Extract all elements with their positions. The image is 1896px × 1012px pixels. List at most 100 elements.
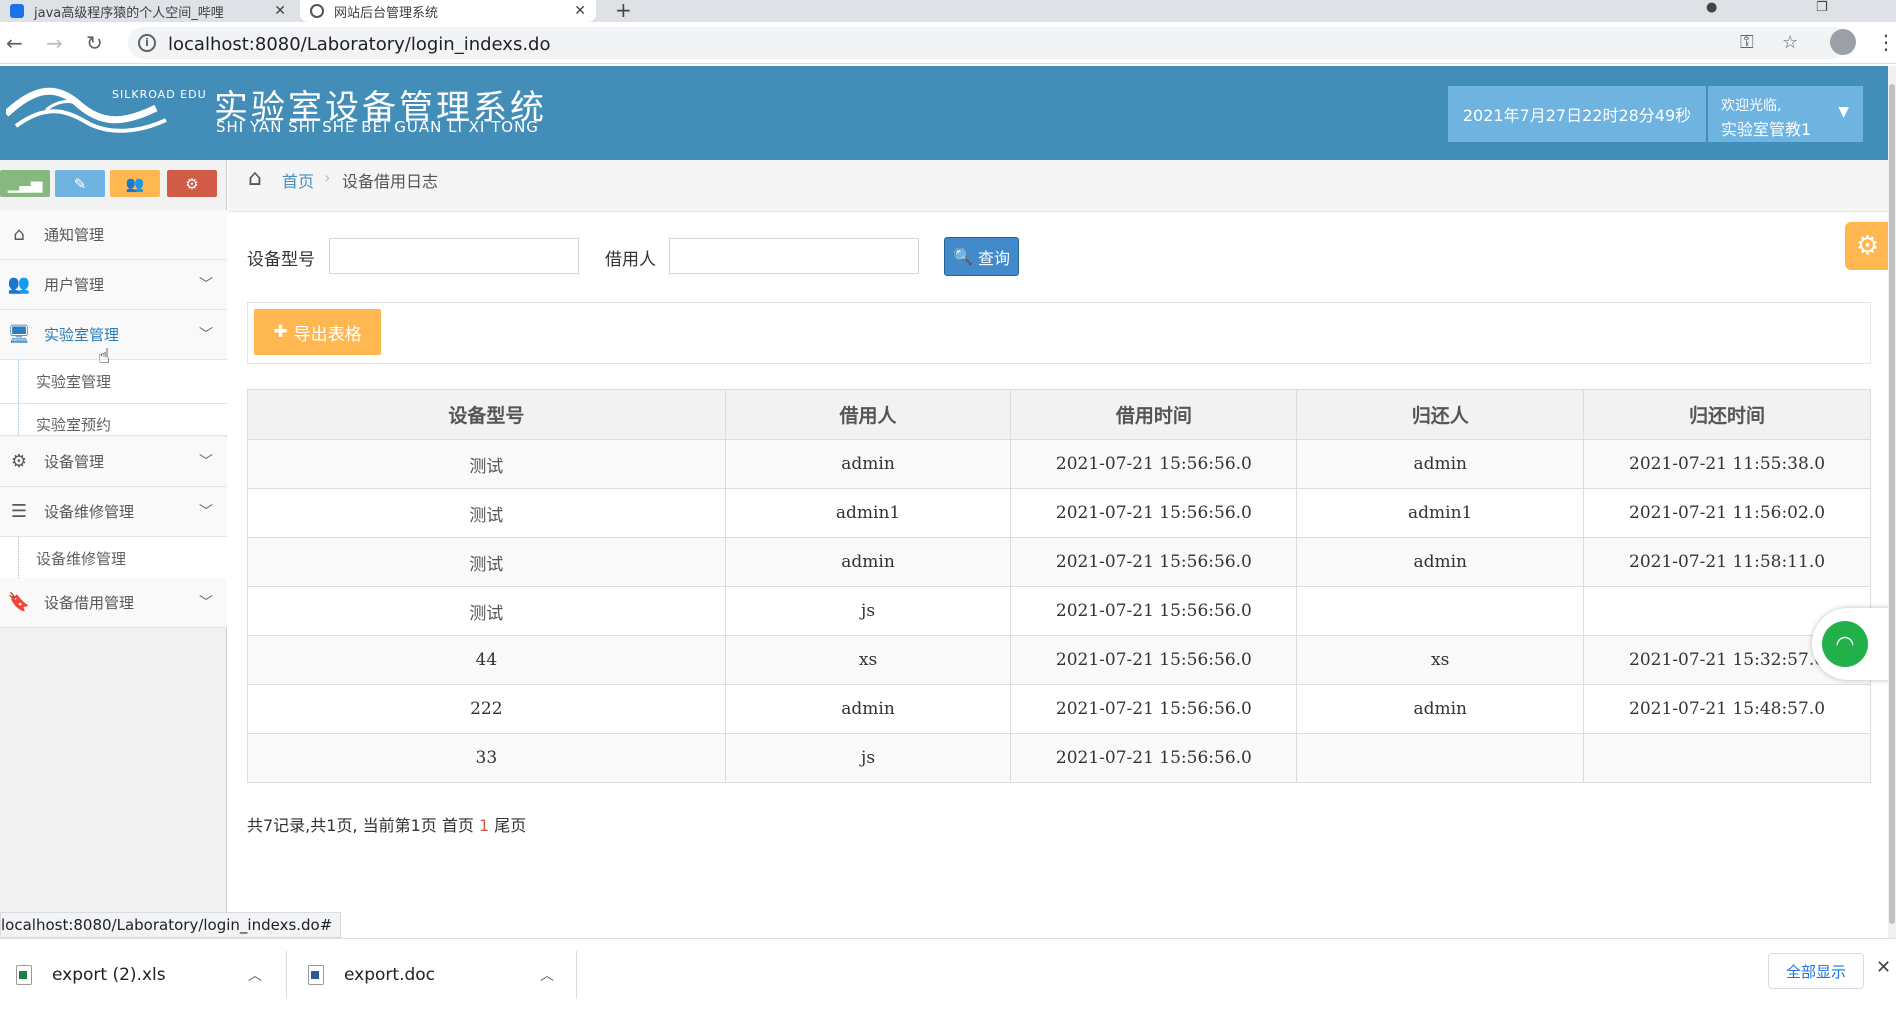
bookmark-icon: 🔖: [7, 592, 31, 613]
table-row: 测试 js 2021-07-21 15:56:56.0: [247, 586, 1871, 636]
model-input[interactable]: [329, 238, 579, 274]
bookmark-star-icon[interactable]: ☆: [1782, 32, 1798, 53]
site-info-icon[interactable]: i: [138, 34, 156, 52]
account-icon[interactable]: ●: [1706, 0, 1717, 15]
page-favicon-icon: [310, 4, 324, 18]
url-text[interactable]: localhost:8080/Laboratory/login_indexs.d…: [168, 34, 550, 55]
cell-returner: admin: [1296, 439, 1585, 489]
chevron-down-icon: ﹀: [199, 454, 213, 470]
users-shortcut-button[interactable]: 👥: [110, 170, 160, 197]
key-icon[interactable]: ⚿: [1740, 32, 1754, 53]
column-header: 借用时间: [1010, 389, 1298, 440]
user-menu[interactable]: 欢迎光临, 实验室管教1 ▼: [1708, 86, 1863, 142]
tab-title: 网站后台管理系统: [334, 5, 439, 21]
divider: [576, 951, 577, 999]
status-url: localhost:8080/Laboratory/login_indexs.d…: [0, 912, 342, 938]
sidebar-item-repair[interactable]: ☰ 设备维修管理 ﹀: [0, 487, 227, 537]
download-filename: export.doc: [344, 965, 436, 985]
search-icon: 🔍: [953, 247, 973, 266]
forward-icon[interactable]: →: [46, 32, 63, 54]
sidebar-item-notice[interactable]: ⌂ 通知管理: [0, 210, 227, 260]
pencil-shortcut-button[interactable]: ✎: [55, 170, 105, 197]
logo-text: SILKROAD EDU: [112, 88, 207, 101]
address-bar[interactable]: i localhost:8080/Laboratory/login_indexs…: [128, 27, 1848, 59]
wifi-icon: ◠: [1822, 621, 1868, 667]
close-icon[interactable]: ✕: [1876, 957, 1891, 978]
sidebar-item-lab[interactable]: 🖥 实验室管理 ﹀: [0, 310, 227, 360]
cell-returner: [1296, 733, 1585, 783]
download-item[interactable]: export.doc ︿: [308, 951, 558, 999]
table-header-row: 设备型号 借用人 借用时间 归还人 归还时间: [247, 389, 1871, 440]
current-datetime: 2021年7月27日22时28分49秒: [1448, 86, 1706, 142]
first-page-link[interactable]: 首页: [442, 816, 474, 835]
column-header: 归还时间: [1583, 389, 1871, 440]
download-item[interactable]: export (2).xls ︿: [16, 951, 266, 999]
chevron-up-icon[interactable]: ︿: [248, 965, 262, 985]
close-icon[interactable]: ✕: [574, 3, 586, 19]
browser-tabstrip: java高级程序猿的个人空间_哔哩 ✕ 网站后台管理系统 ✕ + ● ❐: [0, 0, 1896, 22]
browser-tab-active[interactable]: 网站后台管理系统 ✕: [300, 0, 596, 22]
chevron-up-icon[interactable]: ︿: [540, 965, 554, 985]
borrower-label: 借用人: [605, 250, 656, 270]
last-page-link[interactable]: 尾页: [494, 816, 526, 835]
sidebar-item-borrow[interactable]: 🔖 设备借用管理 ﹀: [0, 578, 227, 628]
cell-returner: admin1: [1296, 488, 1585, 538]
query-button[interactable]: 🔍 查询: [944, 237, 1019, 276]
show-all-button[interactable]: 全部显示: [1768, 953, 1864, 989]
sidebar-subitem-lab-booking[interactable]: 实验室预约: [0, 404, 227, 436]
word-file-icon: [308, 965, 324, 985]
cell-borrow-time: 2021-07-21 15:56:56.0: [1010, 586, 1298, 636]
breadcrumb-separator: ›: [324, 168, 331, 187]
close-icon[interactable]: ✕: [274, 3, 286, 19]
cogs-shortcut-button[interactable]: ⚙: [167, 170, 217, 197]
tab-title: java高级程序猿的个人空间_哔哩: [34, 5, 224, 21]
new-tab-icon[interactable]: +: [615, 0, 632, 22]
sidebar-item-label: 设备维修管理: [44, 503, 135, 521]
home-icon[interactable]: ⌂: [248, 166, 262, 191]
users-icon: 👥: [7, 274, 31, 295]
cell-return-time: 2021-07-21 11:55:38.0: [1583, 439, 1871, 489]
cell-borrower: js: [724, 733, 1012, 783]
browser-tab[interactable]: java高级程序猿的个人空间_哔哩 ✕: [0, 0, 296, 22]
browser-menu-icon[interactable]: ⋮: [1876, 30, 1896, 54]
pagination: 共7记录,共1页, 当前第1页 首页 1 尾页: [247, 812, 526, 836]
cell-returner: admin: [1296, 684, 1585, 734]
network-widget[interactable]: ◠: [1812, 608, 1896, 680]
sidebar-item-label: 通知管理: [44, 226, 105, 244]
table-row: 44 xs 2021-07-21 15:56:56.0 xs 2021-07-2…: [247, 635, 1871, 685]
borrower-input[interactable]: [669, 238, 919, 274]
breadcrumb-home-link[interactable]: 首页: [282, 168, 314, 192]
column-header: 归还人: [1296, 389, 1585, 440]
sidebar-subitem-lab-manage[interactable]: 实验室管理: [0, 360, 227, 404]
scrollbar-thumb[interactable]: [1889, 84, 1895, 924]
sidebar-item-device[interactable]: ⚙ 设备管理 ﹀: [0, 437, 227, 487]
bilibili-favicon-icon: [10, 4, 24, 18]
cell-borrower: admin: [724, 439, 1012, 489]
back-icon[interactable]: ←: [6, 32, 23, 54]
cell-borrower: admin1: [724, 488, 1012, 538]
caret-down-icon: ▼: [1838, 104, 1849, 120]
sidebar-subitem-repair-manage[interactable]: 设备维修管理: [0, 537, 227, 581]
cell-model: 测试: [247, 488, 726, 538]
column-header: 借用人: [724, 389, 1012, 440]
restore-window-icon[interactable]: ❐: [1816, 0, 1828, 15]
cell-borrow-time: 2021-07-21 15:56:56.0: [1010, 635, 1298, 685]
table-row: 测试 admin1 2021-07-21 15:56:56.0 admin1 2…: [247, 488, 1871, 538]
cell-borrower: admin: [724, 684, 1012, 734]
download-filename: export (2).xls: [52, 965, 166, 985]
profile-avatar-icon[interactable]: [1830, 29, 1856, 55]
username: 实验室管教1: [1721, 120, 1812, 139]
cell-model: 222: [247, 684, 726, 734]
borrow-log-table: 设备型号 借用人 借用时间 归还人 归还时间 测试 admin 2021-07-…: [247, 389, 1871, 783]
table-row: 222 admin 2021-07-21 15:56:56.0 admin 20…: [247, 684, 1871, 734]
sidebar-item-label: 设备借用管理: [44, 594, 135, 612]
signal-shortcut-button[interactable]: ▁▃▅: [0, 170, 50, 197]
sidebar-shortcuts: ▁▃▅ ✎ 👥 ⚙: [0, 170, 227, 198]
reload-icon[interactable]: ↻: [86, 32, 103, 54]
export-button[interactable]: ✚ 导出表格: [254, 309, 381, 355]
settings-gear-icon[interactable]: ⚙: [1845, 222, 1890, 270]
list-icon: ☰: [10, 501, 28, 522]
chevron-down-icon: ﹀: [199, 277, 213, 293]
sidebar-item-users[interactable]: 👥 用户管理 ﹀: [0, 260, 227, 310]
cell-borrower: xs: [724, 635, 1012, 685]
